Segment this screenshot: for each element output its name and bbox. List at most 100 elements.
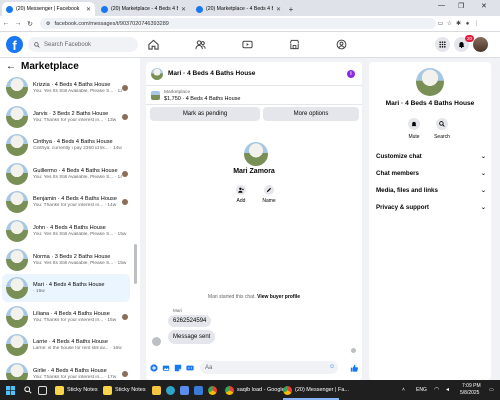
search-placeholder: Search Facebook (44, 41, 92, 48)
facebook-favicon-icon (6, 5, 13, 13)
volume-icon[interactable]: ◂ (446, 386, 449, 393)
conversation-item[interactable]: Mari · 4 Beds 4 Baths House · 15w (2, 274, 130, 303)
wifi-icon[interactable]: ◠ (434, 386, 439, 393)
tray-chevron-icon[interactable]: ˄ (402, 387, 405, 393)
emoji-icon[interactable]: ☺ (329, 364, 335, 370)
add-friend-icon[interactable] (236, 185, 246, 195)
back-arrow-icon[interactable]: ← (6, 61, 16, 72)
conversation-item[interactable]: John · 4 Beds 4 Baths House You: Yes Its … (2, 217, 130, 245)
site-info-icon[interactable]: ⚙ (46, 21, 50, 27)
facebook-logo[interactable]: f (6, 36, 23, 53)
view-buyer-profile-link[interactable]: View buyer profile (257, 294, 300, 300)
conversation-item[interactable]: Guillermo · 4 Beds 4 Baths House You: Yes… (2, 160, 130, 188)
url-field[interactable]: ⚙ facebook.com/messages/t/90370207463932… (40, 18, 436, 29)
video-icon[interactable] (240, 37, 255, 52)
message-bubble[interactable]: Message sent (168, 330, 216, 344)
listing-summary[interactable]: Marketplace $1,750 · 4 Beds 4 Baths Hous… (146, 87, 362, 105)
privacy-support-row[interactable]: Privacy & support ⌄ (376, 204, 486, 211)
conversation-item[interactable]: Larrie · 4 Beds 4 Baths House Larrie: is … (2, 331, 130, 359)
notification-center-icon[interactable]: ▭ (489, 387, 494, 393)
store-icon[interactable] (180, 384, 189, 396)
mark-as-pending-button[interactable]: Mark as pending (150, 107, 260, 121)
close-window-button[interactable]: ✕ (481, 2, 487, 10)
marketplace-icon[interactable] (287, 37, 302, 52)
reload-icon[interactable]: ↻ (24, 20, 36, 28)
details-avatar[interactable] (416, 68, 444, 96)
conversation-avatar (6, 134, 28, 157)
cast-icon[interactable]: ▭ (436, 20, 445, 27)
mute-bell-icon[interactable] (408, 118, 420, 130)
groups-icon[interactable] (334, 37, 349, 52)
language-indicator[interactable]: ENG (416, 387, 427, 393)
browser-tab[interactable]: (20) Marketplace - 4 Beds 4 Ba... ✕ (192, 2, 285, 16)
taskbar-app-chrome-window[interactable]: (20) Messenger | Fa... (283, 384, 349, 396)
new-tab-button[interactable]: + (285, 2, 297, 16)
info-icon[interactable]: i (347, 70, 355, 78)
close-tab-icon[interactable]: ✕ (276, 6, 281, 13)
customize-chat-row[interactable]: Customize chat ⌄ (376, 153, 486, 160)
add-label: Add (236, 198, 246, 204)
file-explorer-icon[interactable] (152, 384, 161, 396)
chevron-down-icon: ⌄ (480, 204, 486, 211)
conversation-item[interactable]: Girlie · 4 Beds 4 Baths House You: Thanks… (2, 360, 130, 380)
facebook-favicon-icon (196, 5, 203, 13)
menu-grid-icon[interactable] (435, 37, 450, 52)
close-tab-icon[interactable]: ✕ (181, 6, 186, 13)
maximize-button[interactable]: ❐ (458, 2, 464, 10)
taskbar-app-chrome-window[interactable]: saqib load - Google... (225, 384, 289, 396)
clock-time[interactable]: 7:09 PM (462, 383, 481, 389)
seen-avatar-icon (122, 113, 128, 120)
menu-icon[interactable]: ⋮ (472, 20, 481, 27)
conversation-preview: You: Yes Its Still Available, Please S..… (33, 260, 127, 266)
conversation-item[interactable]: Jarvis · 3 Beds 2 Baths House You: Thanks… (2, 103, 130, 131)
photo-icon[interactable] (162, 364, 170, 372)
sticker-icon[interactable] (174, 364, 182, 372)
profile-avatar-large[interactable] (244, 142, 268, 166)
chat-avatar[interactable] (151, 68, 163, 80)
browser-tab[interactable]: (20) Marketplace - 4 Beds 4 Ba... ✕ (97, 2, 190, 16)
browser-tab[interactable]: (20) Messenger | Facebook ✕ (2, 2, 95, 16)
friends-icon[interactable] (193, 37, 208, 52)
taskbar-app-sticky-notes[interactable]: Sticky Notes (103, 384, 146, 396)
message-input[interactable]: Aa ☺ (200, 361, 338, 374)
plus-icon[interactable] (150, 364, 158, 372)
forward-icon[interactable]: → (12, 20, 24, 27)
task-view-icon[interactable] (38, 384, 47, 396)
conversation-text: Cinthya · 4 Beds 4 Baths House Cinthya: c… (33, 139, 130, 151)
message-input-placeholder: Aa (205, 364, 213, 371)
extensions-icon[interactable]: ✱ (454, 20, 463, 27)
home-icon[interactable] (146, 37, 161, 52)
like-thumb-icon[interactable] (350, 364, 358, 372)
search-in-conversation-icon[interactable] (436, 118, 448, 130)
chat-header: Mari · 4 Beds 4 Baths House i (146, 62, 362, 86)
close-tab-icon[interactable]: ✕ (86, 6, 91, 13)
chat-members-row[interactable]: Chat members ⌄ (376, 170, 486, 177)
taskbar-app-sticky-notes[interactable]: Sticky Notes (55, 384, 98, 396)
chrome-icon[interactable] (208, 384, 217, 396)
conversation-avatar (6, 162, 28, 185)
gif-icon[interactable] (186, 364, 194, 372)
scrollbar[interactable] (134, 244, 137, 284)
search-input[interactable]: Search Facebook (28, 37, 138, 52)
conversation-item[interactable]: Krizzia · 4 Beds 4 Baths House You: Yes I… (2, 74, 130, 102)
clock-date[interactable]: 5/8/2025 (460, 390, 479, 396)
more-options-button[interactable]: More options (263, 107, 359, 121)
taskbar-search-icon[interactable] (24, 384, 32, 396)
bookmark-star-icon[interactable]: ☆ (445, 20, 454, 27)
back-icon[interactable]: ← (0, 20, 12, 27)
edge-icon[interactable] (166, 384, 175, 396)
message-bubble[interactable]: 6262524594 (168, 315, 212, 327)
media-files-links-row[interactable]: Media, files and links ⌄ (376, 187, 486, 194)
conversation-item[interactable]: Norma · 3 Beds 2 Baths House You: Yes Its… (2, 246, 130, 274)
minimize-button[interactable]: — (438, 2, 445, 9)
mail-icon[interactable] (194, 384, 203, 396)
profile-avatar[interactable] (473, 37, 488, 52)
browser-tab-strip: (20) Messenger | Facebook ✕ (20) Marketp… (0, 0, 500, 16)
conversation-item[interactable]: Benjamin · 4 Beds 4 Baths House You: Than… (2, 188, 130, 216)
profile-icon[interactable]: ● (463, 21, 472, 27)
edit-name-icon[interactable] (264, 185, 274, 195)
conversation-item[interactable]: Liliana · 4 Beds 4 Baths House You: Thank… (2, 303, 130, 331)
conversation-avatar (6, 220, 28, 242)
conversation-item[interactable]: Cinthya · 4 Beds 4 Baths House Cinthya: c… (2, 131, 130, 159)
windows-start-icon[interactable] (6, 384, 15, 396)
